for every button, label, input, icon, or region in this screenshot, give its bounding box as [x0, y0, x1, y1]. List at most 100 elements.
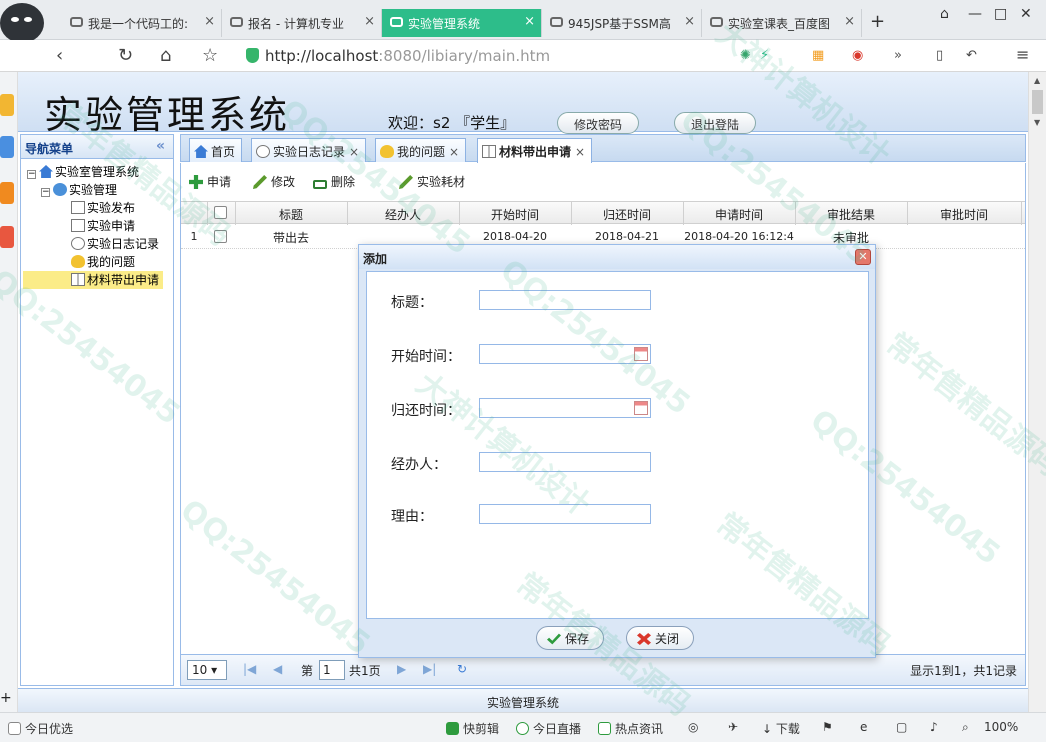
prev-page-icon[interactable]: ◀ [273, 662, 282, 676]
close-tab-icon[interactable]: × [575, 145, 585, 159]
start-date-input[interactable] [479, 344, 651, 364]
lightning-icon[interactable]: ⚡ [760, 48, 769, 63]
save-button[interactable]: 保存 [536, 626, 605, 650]
accelerate-icon[interactable]: ✺ [740, 48, 751, 63]
url-field[interactable]: http://localhost:8080/libiary/main.htm [244, 44, 734, 68]
sidebar-add-icon[interactable]: + [0, 690, 12, 706]
scroll-down-icon[interactable]: ▼ [1034, 118, 1040, 127]
tab-experiment-log[interactable]: 实验日志记录 × [251, 138, 367, 162]
nav-item-experiment-publish[interactable]: 实验发布 [71, 199, 135, 217]
row-checkbox[interactable] [214, 230, 227, 243]
more-chevron-icon[interactable]: » [894, 48, 902, 63]
column-header-applied[interactable]: 申请时间 [683, 206, 795, 223]
browser-tab-3-active[interactable]: 实验管理系统 × [382, 9, 542, 37]
change-password-button[interactable]: 修改密码 [557, 112, 640, 134]
page-number-input[interactable]: 1 [319, 660, 345, 680]
status-ie-icon[interactable]: ◎ [688, 720, 698, 734]
status-quick-edit[interactable]: 快剪辑 [446, 720, 499, 737]
security-guard-icon[interactable]: ◉ [852, 48, 863, 63]
status-download[interactable]: ↓ 下载 [762, 720, 800, 737]
page-size-select[interactable]: 10 ▾ [187, 660, 227, 680]
mobile-icon[interactable]: ▯ [936, 48, 943, 63]
browser-tab-5[interactable]: 实验室课表_百度图 × [702, 9, 862, 37]
edit-button[interactable]: 修改 [253, 173, 295, 190]
tab-material-request[interactable]: 材料带出申请 × [477, 138, 593, 163]
apply-button[interactable]: 申请 [189, 173, 231, 190]
nav-item-material-request[interactable]: 材料带出申请 [23, 271, 163, 289]
close-window-icon[interactable]: ✕ [1020, 6, 1032, 22]
sidebar-weibo-icon[interactable] [0, 182, 14, 204]
menu-icon[interactable]: ≡ [1016, 45, 1029, 64]
zoom-level[interactable]: 100% [984, 720, 1018, 734]
close-tab-icon[interactable]: × [684, 14, 695, 29]
status-news[interactable]: 热点资讯 [598, 720, 663, 737]
tab-home[interactable]: 首页 [189, 138, 243, 162]
status-sound-icon[interactable]: ♪ [930, 720, 938, 734]
close-tab-icon[interactable]: × [449, 145, 459, 159]
close-tab-icon[interactable]: × [349, 145, 359, 159]
calendar-icon[interactable] [634, 401, 648, 415]
apps-grid-icon[interactable]: ▦ [812, 48, 824, 63]
page-scrollbar[interactable]: ▲ ▼ [1028, 72, 1046, 712]
close-tab-icon[interactable]: × [204, 14, 215, 29]
new-tab-icon[interactable]: + [870, 11, 885, 32]
browser-avatar-icon[interactable] [0, 3, 44, 43]
delete-button[interactable]: 删除 [313, 173, 355, 190]
nav-item-my-questions[interactable]: 我的问题 [71, 253, 135, 271]
column-header-start[interactable]: 开始时间 [459, 206, 571, 223]
logout-button[interactable]: 退出登陆 [674, 112, 757, 134]
first-page-icon[interactable]: |◀ [243, 662, 256, 676]
tree-node-group[interactable]: − 实验管理 [41, 181, 117, 199]
nav-item-experiment-log[interactable]: 实验日志记录 [71, 235, 159, 253]
column-header-return[interactable]: 归还时间 [571, 206, 683, 223]
status-window-icon[interactable]: ▢ [896, 720, 907, 734]
status-live[interactable]: 今日直播 [516, 720, 581, 737]
shirt-skin-icon[interactable]: ⌂ [940, 6, 949, 22]
reason-input[interactable] [479, 504, 651, 524]
return-date-input[interactable] [479, 398, 651, 418]
reload-icon[interactable]: ↻ [118, 45, 133, 66]
status-recommend[interactable]: 今日优选 [8, 720, 73, 737]
scroll-up-icon[interactable]: ▲ [1034, 76, 1040, 85]
next-page-icon[interactable]: ▶ [397, 662, 406, 676]
nav-item-experiment-apply[interactable]: 实验申请 [71, 217, 135, 235]
tab-my-questions[interactable]: 我的问题 × [375, 138, 467, 162]
close-tab-icon[interactable]: × [844, 14, 855, 29]
scrollbar-thumb[interactable] [1032, 90, 1043, 114]
close-icon[interactable]: ✕ [855, 249, 871, 265]
status-flag-icon[interactable]: ⚑ [822, 720, 833, 734]
sidebar-note-icon[interactable] [0, 136, 14, 158]
select-all-checkbox[interactable] [214, 206, 227, 219]
sidebar-favorite-icon[interactable] [0, 94, 14, 116]
close-button[interactable]: 关闭 [626, 626, 695, 650]
column-header-handler[interactable]: 经办人 [347, 206, 459, 223]
minimize-icon[interactable]: — [968, 6, 982, 22]
status-pin-icon[interactable]: ✈ [728, 720, 738, 734]
status-browser-icon[interactable]: e [860, 720, 867, 734]
browser-tab-4[interactable]: 945JSP基于SSM高 × [542, 9, 702, 37]
close-tab-icon[interactable]: × [364, 14, 375, 29]
column-header-title[interactable]: 标题 [235, 206, 347, 223]
browser-tab-2[interactable]: 报名 - 计算机专业 × [222, 9, 382, 37]
handler-input[interactable] [479, 452, 651, 472]
title-input[interactable] [479, 290, 651, 310]
home-icon[interactable]: ⌂ [160, 45, 171, 66]
refresh-icon[interactable]: ↻ [457, 662, 467, 676]
column-header-approved[interactable]: 审批时间 [907, 206, 1021, 223]
collapse-toggle-icon[interactable]: − [41, 188, 50, 197]
status-zoom-icon[interactable]: ⌕ [962, 720, 969, 735]
tree-node-root[interactable]: − 实验室管理系统 [27, 163, 139, 181]
bookmark-star-icon[interactable]: ☆ [202, 45, 218, 66]
back-icon[interactable]: ‹ [56, 45, 63, 66]
sidebar-app-icon[interactable] [0, 226, 14, 248]
collapse-toggle-icon[interactable]: − [27, 170, 36, 179]
double-chevron-left-icon[interactable]: « [156, 138, 165, 154]
consumables-button[interactable]: 实验耗材 [399, 173, 465, 190]
undo-icon[interactable]: ↶ [966, 48, 977, 63]
column-header-result[interactable]: 审批结果 [795, 206, 907, 223]
maximize-icon[interactable]: □ [994, 6, 1007, 22]
browser-tab-1[interactable]: 我是一个代码工的: × [62, 9, 222, 37]
last-page-icon[interactable]: ▶| [423, 662, 436, 676]
close-tab-icon[interactable]: × [524, 14, 535, 29]
calendar-icon[interactable] [634, 347, 648, 361]
